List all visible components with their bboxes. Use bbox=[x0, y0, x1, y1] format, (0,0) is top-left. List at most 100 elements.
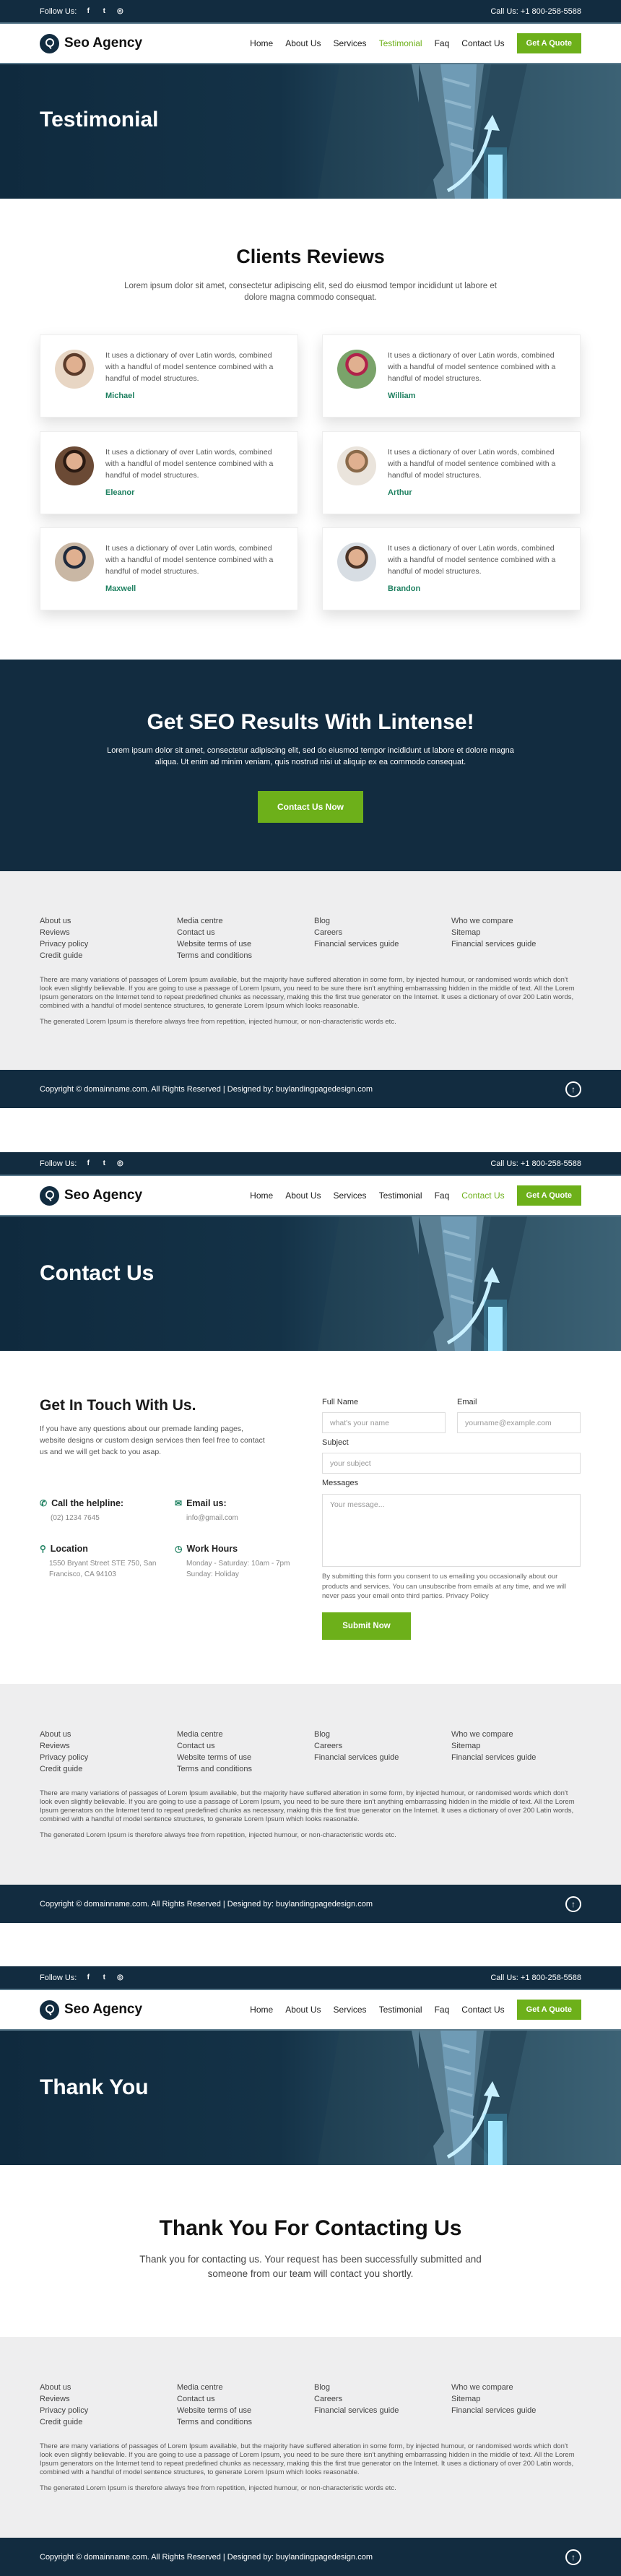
footer-link[interactable]: Terms and conditions bbox=[177, 1765, 314, 1774]
footer-link[interactable]: Who we compare bbox=[451, 2383, 589, 2393]
menu-item-about[interactable]: About Us bbox=[285, 2005, 321, 2015]
get-quote-button[interactable]: Get A Quote bbox=[516, 1185, 581, 1206]
bottom-bar: Copyright © domainname.com. All Rights R… bbox=[0, 1070, 621, 1108]
footer-link[interactable]: Reviews bbox=[40, 2395, 177, 2404]
footer-link[interactable]: Media centre bbox=[177, 1730, 314, 1739]
footer-link[interactable]: Careers bbox=[314, 1742, 451, 1751]
footer-paragraph: There are many variations of passages of… bbox=[40, 976, 575, 1010]
subject-input[interactable]: your subject bbox=[322, 1453, 581, 1474]
footer-link[interactable]: Careers bbox=[314, 928, 451, 938]
scroll-top-icon[interactable]: ↑ bbox=[565, 1896, 581, 1912]
menu-item-contact[interactable]: Contact Us bbox=[461, 38, 504, 48]
menu-item-testimonial[interactable]: Testimonial bbox=[379, 1190, 422, 1201]
footer-link[interactable]: Privacy policy bbox=[40, 2406, 177, 2416]
menu-item-services[interactable]: Services bbox=[334, 38, 367, 48]
email-value[interactable]: info@gmail.com bbox=[186, 1513, 238, 1523]
footer-link[interactable]: Financial services guide bbox=[451, 2406, 589, 2416]
testimonial-author: Eleanor bbox=[105, 488, 135, 497]
menu-item-home[interactable]: Home bbox=[250, 2005, 273, 2015]
get-quote-button[interactable]: Get A Quote bbox=[516, 2000, 581, 2020]
logo[interactable]: Seo Agency bbox=[40, 2000, 142, 2020]
footer-link[interactable]: Reviews bbox=[40, 1742, 177, 1751]
footer-link[interactable]: Privacy policy bbox=[40, 1753, 177, 1763]
footer-link[interactable]: About us bbox=[40, 2383, 177, 2393]
footer: About us Reviews Privacy policy Credit g… bbox=[0, 2337, 621, 2538]
full-name-input[interactable]: what's your name bbox=[322, 1412, 446, 1433]
menu-item-home[interactable]: Home bbox=[250, 38, 273, 48]
footer-link[interactable]: Who we compare bbox=[451, 917, 589, 926]
footer-link[interactable]: Credit guide bbox=[40, 2418, 177, 2427]
footer-link[interactable]: Sitemap bbox=[451, 928, 589, 938]
submit-now-button[interactable]: Submit Now bbox=[322, 1612, 411, 1640]
footer-link[interactable]: Financial services guide bbox=[451, 1753, 589, 1763]
twitter-icon[interactable]: t bbox=[100, 1159, 108, 1167]
footer-link[interactable]: Sitemap bbox=[451, 1742, 589, 1751]
logo[interactable]: Seo Agency bbox=[40, 1185, 142, 1206]
menu-item-testimonial[interactable]: Testimonial bbox=[379, 38, 422, 48]
footer-link[interactable]: Credit guide bbox=[40, 1765, 177, 1774]
menu-item-faq[interactable]: Faq bbox=[435, 38, 450, 48]
testimonial-author: Arthur bbox=[388, 488, 412, 497]
menu-item-testimonial[interactable]: Testimonial bbox=[379, 2005, 422, 2015]
twitter-icon[interactable]: t bbox=[100, 7, 108, 15]
facebook-icon[interactable]: f bbox=[84, 1974, 92, 1981]
hours-heading: ◷ Work Hours bbox=[175, 1544, 238, 1554]
footer-link[interactable]: Blog bbox=[314, 917, 451, 926]
copyright: Copyright © domainname.com. All Rights R… bbox=[40, 1084, 373, 1094]
logo[interactable]: Seo Agency bbox=[40, 33, 142, 53]
instagram-icon[interactable]: ◎ bbox=[116, 1159, 124, 1167]
footer-link[interactable]: Website terms of use bbox=[177, 1753, 314, 1763]
footer-link[interactable]: Blog bbox=[314, 1730, 451, 1739]
footer-link[interactable]: About us bbox=[40, 917, 177, 926]
footer-link[interactable]: Terms and conditions bbox=[177, 2418, 314, 2427]
scroll-top-icon[interactable]: ↑ bbox=[565, 1081, 581, 1097]
menu-item-about[interactable]: About Us bbox=[285, 1190, 321, 1201]
footer-link[interactable]: Financial services guide bbox=[451, 940, 589, 949]
menu-item-contact[interactable]: Contact Us bbox=[461, 2005, 504, 2015]
footer-link[interactable]: Contact us bbox=[177, 1742, 314, 1751]
footer-link[interactable]: Website terms of use bbox=[177, 2406, 314, 2416]
footer-link[interactable]: Website terms of use bbox=[177, 940, 314, 949]
testimonial-text: It uses a dictionary of over Latin words… bbox=[388, 544, 556, 576]
instagram-icon[interactable]: ◎ bbox=[116, 7, 124, 15]
instagram-icon[interactable]: ◎ bbox=[116, 1974, 124, 1981]
main-menu: Home About Us Services Testimonial Faq C… bbox=[250, 2000, 581, 2020]
menu-item-services[interactable]: Services bbox=[334, 2005, 367, 2015]
menu-item-faq[interactable]: Faq bbox=[435, 1190, 450, 1201]
menu-item-services[interactable]: Services bbox=[334, 1190, 367, 1201]
menu-item-faq[interactable]: Faq bbox=[435, 2005, 450, 2015]
scroll-top-icon[interactable]: ↑ bbox=[565, 2549, 581, 2565]
phone-icon: ✆ bbox=[40, 1498, 48, 1508]
footer-link[interactable]: Credit guide bbox=[40, 951, 177, 961]
footer-link[interactable]: Media centre bbox=[177, 2383, 314, 2393]
footer-link[interactable]: Financial services guide bbox=[314, 940, 451, 949]
facebook-icon[interactable]: f bbox=[84, 1159, 92, 1167]
message-textarea[interactable]: Your message... bbox=[322, 1494, 581, 1567]
footer-link[interactable]: Media centre bbox=[177, 917, 314, 926]
footer-link[interactable]: Contact us bbox=[177, 928, 314, 938]
page-testimonial: Follow Us: f t ◎ Call Us: +1 800-258-558… bbox=[0, 0, 621, 199]
email-input[interactable]: yourname@example.com bbox=[457, 1412, 581, 1433]
footer-link[interactable]: Financial services guide bbox=[314, 1753, 451, 1763]
get-quote-button[interactable]: Get A Quote bbox=[516, 33, 581, 53]
location-label: Location bbox=[50, 1544, 88, 1554]
hero-businessman-image bbox=[318, 1216, 621, 1351]
footer-link[interactable]: Who we compare bbox=[451, 1730, 589, 1739]
footer-link[interactable]: Terms and conditions bbox=[177, 951, 314, 961]
menu-item-about[interactable]: About Us bbox=[285, 38, 321, 48]
footer-link[interactable]: Blog bbox=[314, 2383, 451, 2393]
footer-link[interactable]: Privacy policy bbox=[40, 940, 177, 949]
footer-link[interactable]: Sitemap bbox=[451, 2395, 589, 2404]
contact-us-now-button[interactable]: Contact Us Now bbox=[257, 791, 363, 823]
twitter-icon[interactable]: t bbox=[100, 1974, 108, 1981]
facebook-icon[interactable]: f bbox=[84, 7, 92, 15]
footer-link[interactable]: Financial services guide bbox=[314, 2406, 451, 2416]
footer-link[interactable]: Reviews bbox=[40, 928, 177, 938]
helpline-value[interactable]: (02) 1234 7645 bbox=[51, 1513, 100, 1523]
menu-item-home[interactable]: Home bbox=[250, 1190, 273, 1201]
copyright: Copyright © domainname.com. All Rights R… bbox=[40, 1899, 373, 1909]
footer-link[interactable]: Contact us bbox=[177, 2395, 314, 2404]
menu-item-contact[interactable]: Contact Us bbox=[461, 1190, 504, 1201]
footer-link[interactable]: Careers bbox=[314, 2395, 451, 2404]
footer-link[interactable]: About us bbox=[40, 1730, 177, 1739]
